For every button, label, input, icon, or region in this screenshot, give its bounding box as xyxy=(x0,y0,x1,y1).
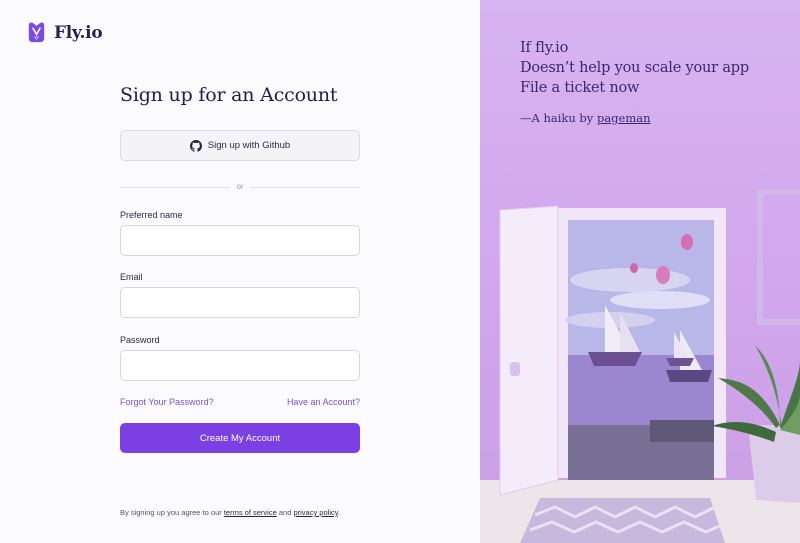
password-label: Password xyxy=(120,335,160,345)
or-divider: or xyxy=(120,181,360,193)
balloon xyxy=(681,234,693,250)
haiku: If fly.io Doesn’t help you scale your ap… xyxy=(520,38,749,125)
email-label: Email xyxy=(120,272,143,282)
haiku-author-link[interactable]: pageman xyxy=(597,111,651,125)
github-button-label: Sign up with Github xyxy=(207,140,291,151)
terms-suffix: . xyxy=(337,508,341,517)
terms-prefix: By signing up you agree to our xyxy=(120,508,222,517)
picture-frame xyxy=(757,189,800,325)
signup-form: Sign up for an Account xyxy=(120,84,360,106)
terms-of-service-link[interactable]: terms of service xyxy=(224,508,277,517)
privacy-policy-link[interactable]: privacy policy xyxy=(293,508,337,517)
email-input[interactable] xyxy=(120,287,360,318)
plant-leaf xyxy=(718,378,780,428)
illustration-panel: If fly.io Doesn’t help you scale your ap… xyxy=(480,0,800,543)
rug xyxy=(520,498,725,543)
password-input[interactable] xyxy=(120,350,360,381)
signup-panel: Fly.io Sign up for an Account Sign up wi… xyxy=(0,0,480,543)
haiku-line-3: File a ticket now xyxy=(520,80,640,96)
brand-name: Fly.io xyxy=(54,22,103,43)
brand-logo[interactable]: Fly.io xyxy=(25,21,103,44)
door-handle xyxy=(510,362,520,376)
page-title: Sign up for an Account xyxy=(120,84,338,106)
name-label: Preferred name xyxy=(120,210,183,220)
balloon xyxy=(630,263,638,273)
forgot-password-link[interactable]: Forgot Your Password? xyxy=(120,397,214,407)
ship xyxy=(588,352,642,366)
fly-logo-icon xyxy=(28,22,45,43)
haiku-line-1: If fly.io xyxy=(520,40,569,56)
haiku-line-2: Doesn’t help you scale your app xyxy=(520,60,749,76)
open-door xyxy=(499,205,559,496)
haiku-attribution: —A haiku by pageman xyxy=(520,111,749,125)
terms-notice: By signing up you agree to our terms of … xyxy=(120,508,340,517)
balloon xyxy=(656,266,670,284)
have-account-link[interactable]: Have an Account? xyxy=(287,397,360,407)
terms-and: and xyxy=(278,508,292,517)
github-signup-button[interactable]: Sign up with Github xyxy=(120,130,360,161)
github-icon xyxy=(189,139,202,152)
create-account-button[interactable]: Create My Account xyxy=(120,423,360,453)
door-illustration xyxy=(480,189,800,543)
name-input[interactable] xyxy=(120,225,360,256)
haiku-attribution-prefix: —A haiku by xyxy=(520,111,594,125)
ship xyxy=(666,370,712,382)
